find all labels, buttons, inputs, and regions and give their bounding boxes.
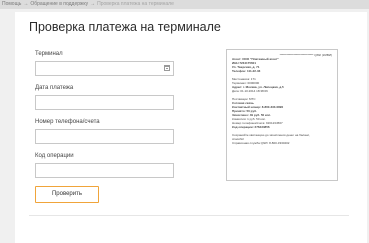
breadcrumb-separator: →: [23, 1, 29, 7]
payment-date-input[interactable]: [35, 95, 174, 110]
breadcrumb-item-support[interactable]: Обращение в поддержку: [30, 1, 88, 7]
calendar-icon[interactable]: [164, 65, 170, 71]
receipt-line: Справочная служба QIWI: 8-800-3330202: [232, 141, 290, 145]
breadcrumb-item-help[interactable]: Помощь: [2, 1, 21, 7]
breadcrumb-separator: →: [90, 1, 96, 7]
phone-label: Номер телефона/счета: [35, 119, 100, 125]
terminal-input[interactable]: [35, 61, 174, 76]
terminal-label: Терминал: [35, 51, 63, 57]
page-title: Проверка платежа на терминале: [29, 20, 221, 34]
operation-code-input[interactable]: [35, 163, 174, 178]
operation-code-label: Код операции: [35, 153, 74, 159]
breadcrumb: Помощь → Обращение в поддержку → Проверка пл…: [2, 0, 174, 9]
divider: [29, 215, 349, 216]
phone-account-input[interactable]: [35, 129, 174, 144]
receipt-sample: ***************************** QIWI (КИВИ…: [226, 49, 338, 181]
check-button[interactable]: Проверить: [35, 186, 99, 203]
date-label: Дата платежа: [35, 85, 74, 91]
breadcrumb-item-current: Проверка платежа на терминале: [97, 1, 174, 7]
